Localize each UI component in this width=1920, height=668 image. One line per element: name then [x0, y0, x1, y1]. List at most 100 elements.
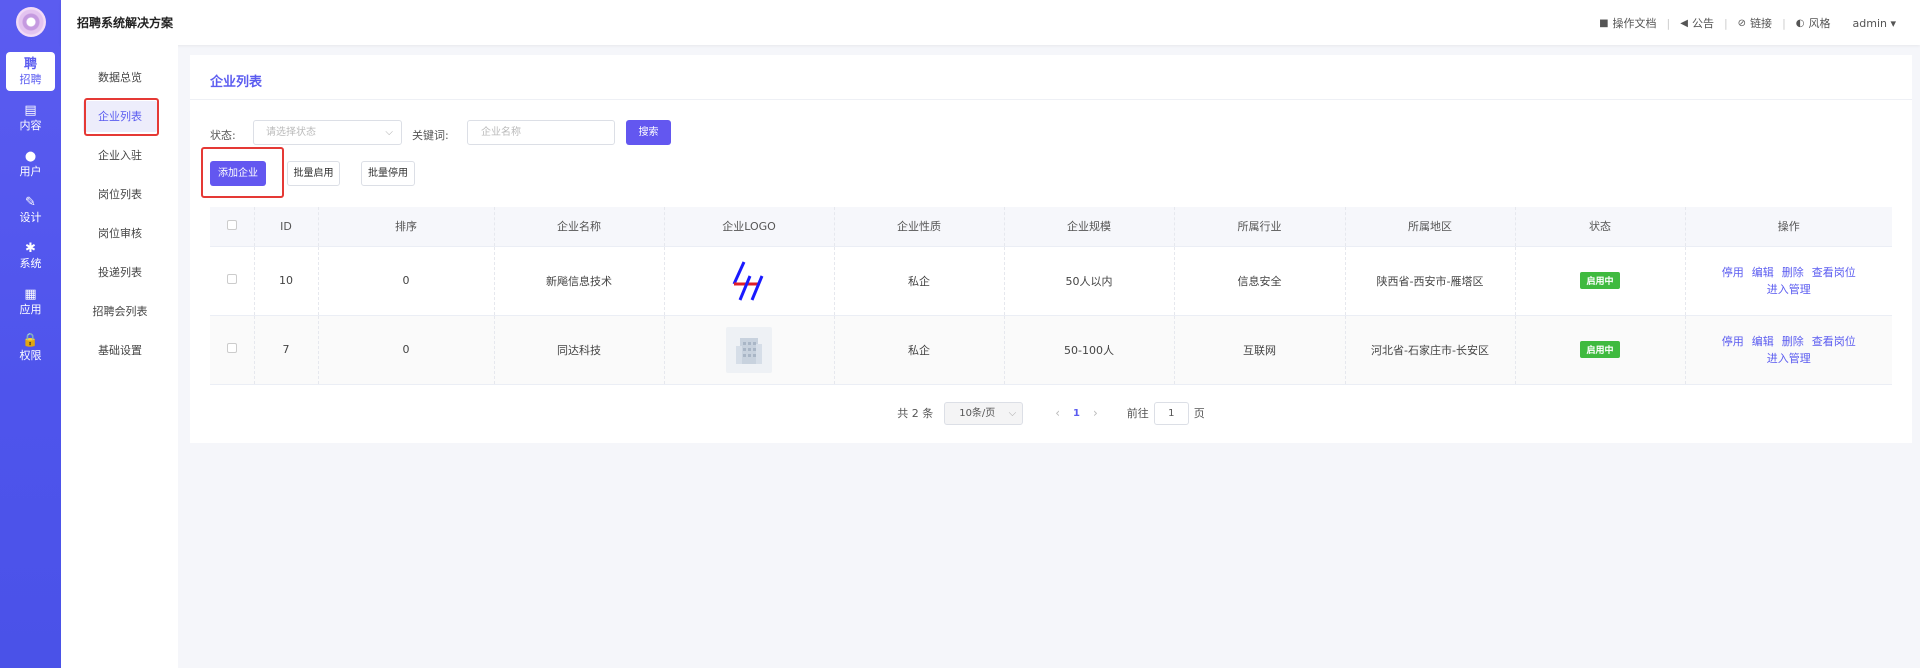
submenu-item-job-list[interactable]: 岗位列表: [83, 179, 157, 210]
row-checkbox[interactable]: [226, 274, 237, 284]
folder-icon: ■: [1599, 17, 1609, 29]
highlight-box: [201, 147, 284, 198]
column-header: ID: [254, 207, 319, 247]
goto-label: 前往: [1126, 407, 1149, 420]
docs-link[interactable]: ■ 操作文档: [1599, 15, 1656, 31]
gear-icon: ✱: [25, 241, 36, 256]
page-size-value: 10条/页: [959, 407, 996, 419]
page-size-select[interactable]: 10条/页 ⌵: [944, 401, 1024, 425]
keyword-label: 关键词:: [412, 129, 449, 142]
page-unit: 页: [1193, 407, 1205, 420]
table-row: 10 0 新飚信息技术 私企 50人以内 信息安全 陕西省-西安市-雁塔区 启用…: [210, 246, 1892, 316]
disable-link[interactable]: 停用: [1722, 335, 1744, 348]
announcement-icon: ◀: [1680, 17, 1688, 29]
column-header: 排序: [318, 207, 495, 247]
current-page[interactable]: 1: [1073, 408, 1080, 419]
submenu-item-basic-settings[interactable]: 基础设置: [83, 335, 157, 366]
status-cell: 启用中: [1515, 315, 1686, 385]
highlight-box: [84, 98, 159, 136]
logo-cell: [664, 246, 835, 316]
announcement-link[interactable]: ◀ 公告: [1680, 15, 1714, 31]
link-icon: ⊘: [1737, 17, 1747, 29]
prev-page-icon[interactable]: ‹: [1055, 406, 1060, 420]
column-header: 企业名称: [494, 207, 665, 247]
separator: |: [1723, 16, 1728, 30]
submenu-item-overview[interactable]: 数据总览: [83, 62, 157, 93]
batch-enable-button[interactable]: 批量启用: [287, 161, 340, 186]
links-link[interactable]: ⊘ 链接: [1738, 15, 1772, 31]
rail-item-label: 招聘: [19, 73, 42, 86]
delete-link[interactable]: 删除: [1782, 266, 1804, 279]
rail-item-apps[interactable]: ▦ 应用: [6, 282, 55, 321]
company-name-cell: 新飚信息技术: [494, 246, 665, 316]
chevron-down-icon: ⌵: [385, 127, 393, 138]
goto-page-input[interactable]: 1: [1153, 401, 1189, 425]
region-cell: 陕西省-西安市-雁塔区: [1345, 246, 1516, 316]
search-button[interactable]: 搜索: [626, 120, 671, 145]
lock-icon: 🔒: [22, 333, 39, 348]
grid-icon: ▦: [24, 287, 37, 302]
size-cell: 50人以内: [1004, 246, 1175, 316]
main-rail: 聘 招聘 ▤ 内容 ● 用户 ✎ 设计 ✱ 系统 ▦ 应用 🔒 权限: [0, 0, 61, 668]
admin-menu[interactable]: admin ▾: [1853, 17, 1896, 30]
slash-logo-icon: [732, 260, 764, 301]
delete-link[interactable]: 删除: [1782, 335, 1804, 348]
column-header: 操作: [1685, 207, 1892, 247]
rail-item-design[interactable]: ✎ 设计: [6, 190, 55, 229]
app-logo: [15, 7, 46, 37]
rail-item-users[interactable]: ● 用户: [6, 144, 55, 183]
top-bar: 招聘系统解决方案 ■ 操作文档 | ◀ 公告 | ⊘ 链接 | ◐ 风格 admin ▾: [61, 0, 1920, 45]
divider: [190, 99, 1912, 100]
ops-cell: 停用 编辑 删除 查看岗位 进入管理: [1685, 246, 1892, 316]
disable-link[interactable]: 停用: [1722, 266, 1744, 279]
rail-item-permissions[interactable]: 🔒 权限: [6, 328, 55, 367]
submenu-item-company-join[interactable]: 企业入驻: [83, 140, 157, 171]
user-icon: ●: [24, 149, 37, 164]
select-all-checkbox[interactable]: [226, 219, 237, 230]
pagination: 共 2 条 10条/页 ⌵ ‹ 1 › 前往 1 页: [190, 401, 1912, 425]
rail-item-label: 用户: [19, 165, 42, 178]
brush-icon: ✎: [25, 195, 36, 210]
palette-icon: ◐: [1795, 17, 1805, 29]
submenu-item-job-review[interactable]: 岗位审核: [83, 218, 157, 249]
row-checkbox[interactable]: [226, 343, 237, 353]
select-all-cell[interactable]: [210, 207, 255, 247]
submenu-item-delivery-list[interactable]: 投递列表: [83, 257, 157, 288]
submenu-item-job-fair-list[interactable]: 招聘会列表: [83, 296, 157, 327]
column-header: 企业LOGO: [664, 207, 835, 247]
rail-item-recruit[interactable]: 聘 招聘: [6, 52, 55, 91]
status-label: 状态:: [210, 129, 236, 142]
chevron-down-icon: ⌵: [1008, 407, 1017, 419]
row-select-cell[interactable]: [210, 246, 255, 316]
rail-item-label: 设计: [19, 211, 42, 224]
next-page-icon[interactable]: ›: [1093, 406, 1098, 420]
separator: |: [1782, 16, 1786, 30]
style-link[interactable]: ◐ 风格: [1796, 15, 1831, 31]
separator: |: [1666, 16, 1671, 30]
edit-link[interactable]: 编辑: [1752, 335, 1774, 348]
status-select-placeholder: 请选择状态: [266, 127, 316, 138]
rail-item-content[interactable]: ▤ 内容: [6, 98, 55, 137]
docs-link-label: 操作文档: [1612, 17, 1657, 30]
column-header: 所属地区: [1345, 207, 1516, 247]
page-title: 企业列表: [210, 75, 263, 90]
edit-link[interactable]: 编辑: [1752, 266, 1774, 279]
document-icon: ▤: [24, 103, 37, 118]
announcement-link-label: 公告: [1691, 17, 1714, 30]
enter-manage-link[interactable]: 进入管理: [1767, 352, 1811, 365]
row-select-cell[interactable]: [210, 315, 255, 385]
recruit-icon: 聘: [23, 57, 37, 72]
enter-manage-link[interactable]: 进入管理: [1767, 283, 1811, 296]
view-jobs-link[interactable]: 查看岗位: [1812, 266, 1856, 279]
rail-item-system[interactable]: ✱ 系统: [6, 236, 55, 275]
view-jobs-link[interactable]: 查看岗位: [1812, 335, 1856, 348]
app-title: 招聘系统解决方案: [77, 16, 174, 30]
status-select[interactable]: 请选择状态 ⌵: [253, 120, 402, 145]
keyword-input[interactable]: 企业名称: [467, 120, 615, 145]
sort-cell: 0: [318, 246, 495, 316]
batch-disable-button[interactable]: 批量停用: [361, 161, 415, 186]
total-count: 共 2 条: [897, 407, 934, 420]
company-logo: [726, 326, 772, 373]
sort-cell: 0: [318, 315, 495, 385]
links-link-label: 链接: [1750, 17, 1773, 30]
